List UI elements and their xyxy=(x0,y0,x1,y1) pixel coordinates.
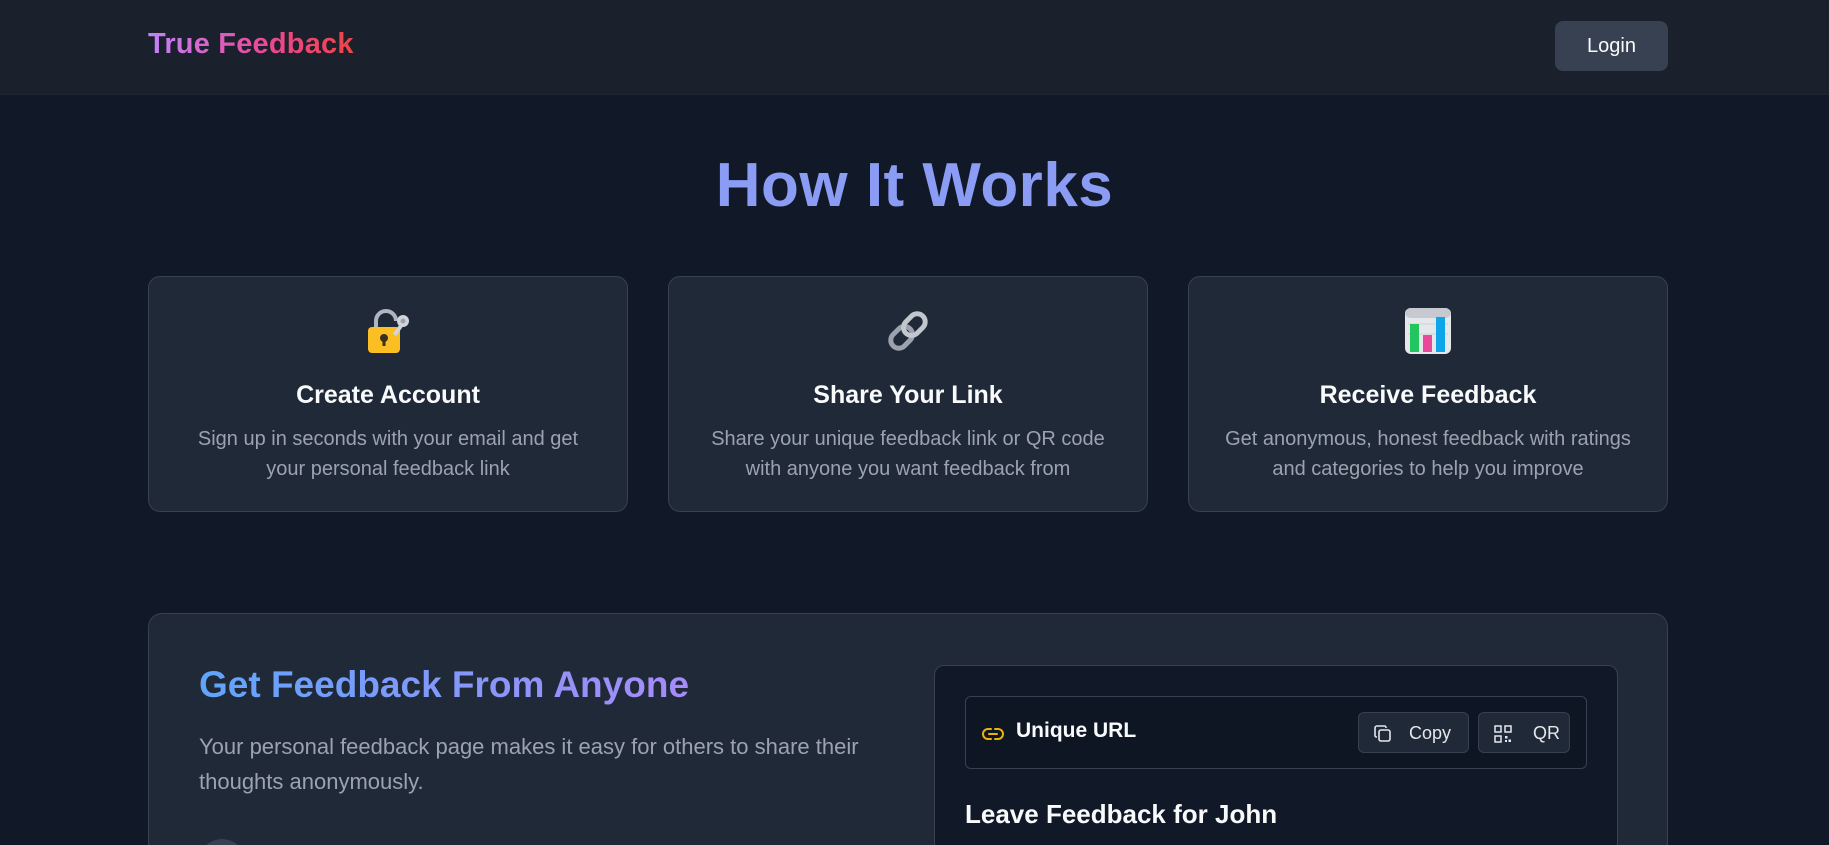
step-card-create-account: Create Account Sign up in seconds with y… xyxy=(148,276,628,512)
qr-button-label: QR xyxy=(1533,723,1560,743)
lock-key-icon xyxy=(368,309,409,353)
step-card-title: Share Your Link xyxy=(813,381,1003,409)
leave-feedback-title: Leave Feedback for John xyxy=(965,799,1278,829)
step-card-receive-feedback: Receive Feedback Get anonymous, honest f… xyxy=(1188,276,1668,512)
top-navbar: True Feedback Login xyxy=(0,0,1829,95)
copy-link-button[interactable]: Copy xyxy=(1358,712,1469,753)
brand-logo[interactable]: True Feedback xyxy=(148,28,354,61)
link-icon xyxy=(888,311,928,351)
step-card-description: Sign up in seconds with your email and g… xyxy=(197,428,579,480)
unique-url-bar: Unique URL Copy QR xyxy=(965,696,1587,769)
step-card-description: Get anonymous, honest feedback with rati… xyxy=(1225,428,1631,480)
qr-code-button[interactable]: QR xyxy=(1478,712,1570,753)
unique-url-label: Unique URL xyxy=(1016,719,1137,742)
get-feedback-title: Get Feedback From Anyone xyxy=(199,664,690,705)
step-card-share-link: Share Your Link Share your unique feedba… xyxy=(668,276,1148,512)
bar-chart-icon xyxy=(1405,308,1451,354)
feedback-page-preview: Unique URL Copy QR Leave Feedback for Jo… xyxy=(934,665,1618,845)
qr-code-icon xyxy=(1494,725,1512,743)
copy-icon xyxy=(1374,725,1391,742)
get-feedback-description: Your personal feedback page makes it eas… xyxy=(199,734,859,794)
step-card-title: Create Account xyxy=(296,381,480,409)
copy-button-label: Copy xyxy=(1409,723,1452,743)
step-card-description: Share your unique feedback link or QR co… xyxy=(711,428,1105,480)
login-button[interactable]: Login xyxy=(1555,21,1668,71)
link-icon xyxy=(982,728,1004,740)
get-feedback-section: Get Feedback From Anyone Your personal f… xyxy=(148,613,1668,845)
feature-icon-circle xyxy=(199,839,245,845)
how-it-works-title: How It Works xyxy=(715,151,1114,220)
step-card-title: Receive Feedback xyxy=(1319,381,1537,409)
